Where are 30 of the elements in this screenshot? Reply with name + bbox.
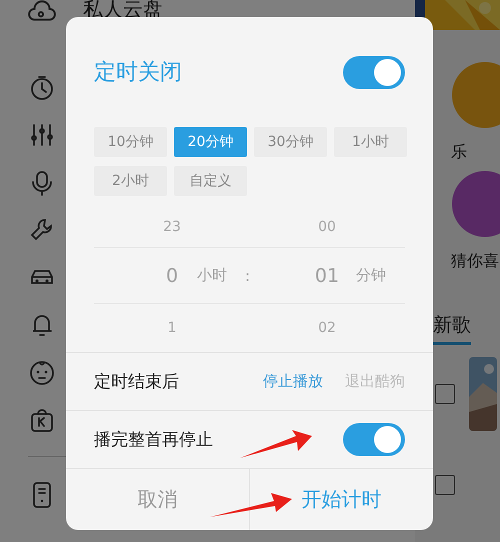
cancel-button[interactable]: 取消 <box>66 469 249 530</box>
toggle-switch[interactable] <box>343 56 405 88</box>
dialog-title: 定时关闭 <box>94 59 182 87</box>
timer-icon[interactable] <box>28 74 54 101</box>
toggle-switch[interactable] <box>343 423 405 456</box>
setting-label: 定时结束后 <box>94 371 179 393</box>
duration-chip[interactable]: 自定义 <box>174 166 247 196</box>
picker-unit: 小时 <box>197 266 228 285</box>
option-link[interactable]: 退出酷狗 <box>345 372 405 391</box>
picker-value[interactable]: 02 <box>307 320 347 336</box>
arrow <box>240 430 312 458</box>
picker-separator: : <box>245 266 251 284</box>
picker-value[interactable]: 1 <box>152 320 192 336</box>
shopping-bag-icon[interactable] <box>28 407 54 434</box>
duration-chip[interactable]: 1小时 <box>334 127 407 157</box>
duration-chip[interactable]: 10分钟 <box>94 127 167 157</box>
duration-chip[interactable]: 20分钟 <box>174 127 247 157</box>
duration-chip[interactable]: 2小时 <box>94 166 167 196</box>
picker-unit: 分钟 <box>356 266 387 285</box>
tile-label[interactable]: 乐 <box>451 142 467 163</box>
setting-label: 播完整首再停止 <box>94 429 213 451</box>
duration-chip[interactable]: 30分钟 <box>254 127 327 157</box>
picker-value[interactable]: 00 <box>307 219 347 235</box>
baby-face-icon[interactable] <box>28 360 54 386</box>
equalizer-icon[interactable] <box>28 122 54 148</box>
picker-value[interactable]: 0 <box>152 264 192 286</box>
option-link[interactable]: 停止播放 <box>263 372 323 391</box>
tile-label[interactable]: 猜你喜 <box>451 251 499 272</box>
picker-value[interactable]: 01 <box>307 264 347 286</box>
picker-value[interactable]: 23 <box>152 219 192 235</box>
